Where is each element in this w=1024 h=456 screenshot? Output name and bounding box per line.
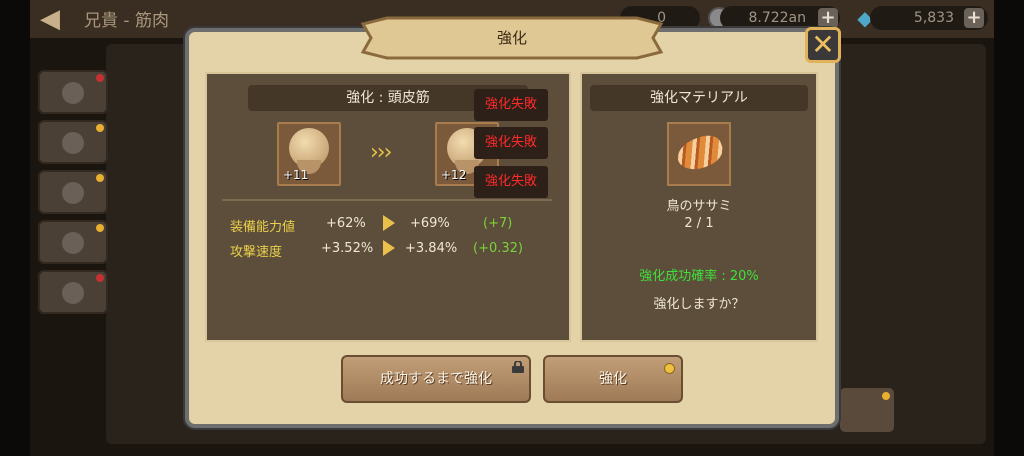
equip-tab-3[interactable]	[38, 170, 108, 214]
notify-dot	[664, 363, 675, 374]
next-level: +12	[441, 168, 467, 182]
character-title: 兄貴 - 筋肉	[84, 11, 169, 31]
drumstick-icon	[62, 132, 84, 154]
fail-message: 強化失敗	[474, 127, 548, 159]
close-x-icon: ✕	[811, 28, 835, 61]
notify-dot	[882, 392, 890, 400]
close-button[interactable]: ✕	[805, 27, 841, 63]
add-gem-button[interactable]: +	[964, 8, 984, 28]
currency-2-value: 8.722an	[748, 10, 806, 26]
auto-button-label: 成功するまで強化	[380, 371, 492, 387]
arrow-right-icon	[383, 240, 395, 256]
item-current: +11	[277, 122, 341, 186]
chicken-breast-icon	[673, 131, 727, 175]
stat-label: 装備能力値	[230, 220, 296, 235]
enhance-button-label: 強化	[599, 371, 627, 387]
success-rate: 強化成功確率 : 20%	[639, 269, 759, 284]
background-button[interactable]	[840, 388, 894, 432]
ear-icon	[62, 282, 84, 304]
ring-icon	[62, 182, 84, 204]
stat-to: +69%	[410, 216, 450, 231]
equip-tab-4[interactable]	[38, 220, 108, 264]
material-slot	[667, 122, 731, 186]
confirm-question: 強化しますか？	[653, 297, 745, 312]
enhance-until-success-button[interactable]: 成功するまで強化	[341, 355, 531, 403]
alert-dot	[96, 274, 104, 282]
back-arrow-icon[interactable]: ◀	[40, 5, 70, 33]
current-level: +11	[283, 168, 309, 182]
stat-label: 攻撃速度	[230, 245, 283, 260]
alert-dot	[96, 174, 104, 182]
lock-icon	[512, 361, 524, 373]
left-edge	[0, 0, 30, 456]
arrow-chevrons-icon: ›››	[370, 140, 392, 165]
arrow-right-icon	[383, 215, 395, 231]
stat-delta: (+0.32)	[473, 241, 523, 256]
stat-to: +3.84%	[405, 241, 458, 256]
muscle-icon	[62, 232, 84, 254]
stat-delta: (+7)	[483, 216, 513, 231]
material-count: 2 / 1	[684, 216, 714, 231]
equip-tab-1[interactable]	[38, 70, 108, 114]
skull-icon	[62, 82, 84, 104]
alert-dot	[96, 124, 104, 132]
divider	[222, 199, 552, 201]
stat-from: +3.52%	[321, 241, 374, 256]
fail-message: 強化失敗	[474, 166, 548, 198]
add-currency-button[interactable]: +	[818, 8, 838, 28]
material-name: 鳥のササミ	[666, 199, 732, 214]
equip-tab-2[interactable]	[38, 120, 108, 164]
dialog-title: 強化	[496, 29, 527, 47]
gem-count-value: 5,833	[913, 10, 954, 26]
fail-message: 強化失敗	[474, 89, 548, 121]
equip-tab-5[interactable]	[38, 270, 108, 314]
material-heading: 強化マテリアル	[590, 85, 808, 111]
alert-dot	[96, 224, 104, 232]
right-edge	[994, 0, 1024, 456]
enhance-button[interactable]: 強化	[543, 355, 683, 403]
alert-dot	[96, 74, 104, 82]
stat-from: +62%	[326, 216, 366, 231]
